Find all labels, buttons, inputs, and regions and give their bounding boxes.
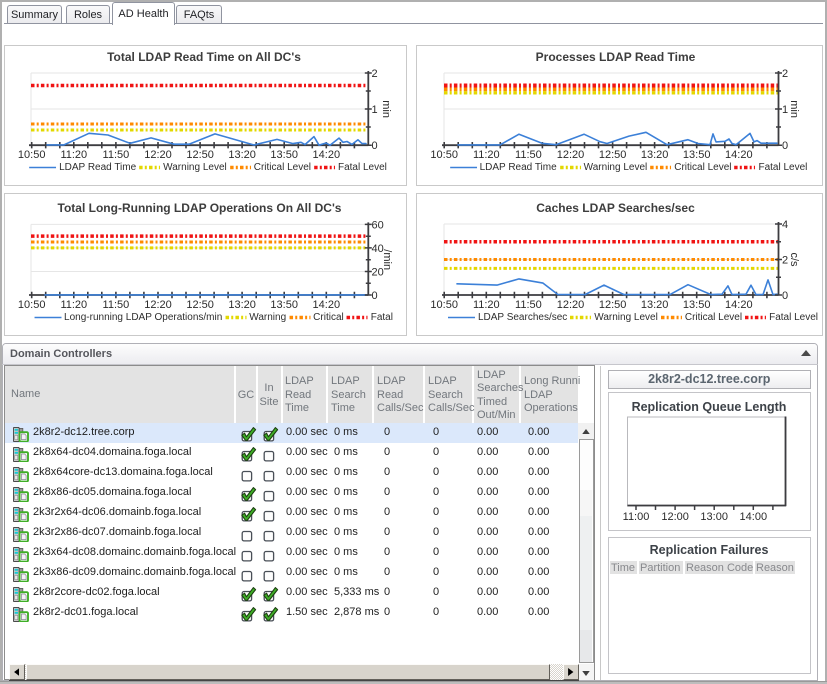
svg-text:12:00: 12:00 <box>661 511 689 523</box>
svg-text:13:00: 13:00 <box>700 511 728 523</box>
svg-text:11:00: 11:00 <box>623 511 650 523</box>
svg-text:14:00: 14:00 <box>740 511 768 523</box>
